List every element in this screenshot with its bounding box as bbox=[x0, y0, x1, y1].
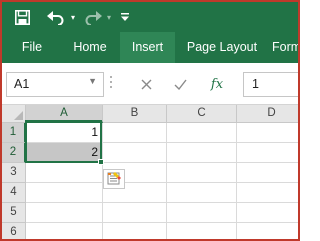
tab-insert[interactable]: Insert bbox=[120, 32, 175, 63]
column-header-d[interactable]: D bbox=[237, 105, 298, 123]
redo-dropdown-icon[interactable]: ▾ bbox=[104, 2, 114, 32]
customize-qat-icon[interactable] bbox=[118, 2, 132, 32]
name-box[interactable]: A1 ▼ bbox=[6, 72, 104, 97]
spreadsheet-grid: A B C D 1 2 3 4 5 6 1 2 bbox=[2, 104, 298, 239]
fill-handle[interactable] bbox=[98, 159, 104, 165]
cell-d2[interactable] bbox=[237, 143, 298, 163]
formula-buttons: fx bbox=[119, 72, 240, 97]
cell-c4[interactable] bbox=[167, 183, 237, 203]
tab-page-layout[interactable]: Page Layout bbox=[182, 32, 262, 63]
cell-a1[interactable]: 1 bbox=[26, 123, 103, 143]
cell-c6[interactable] bbox=[167, 223, 237, 239]
redo-icon[interactable] bbox=[82, 2, 104, 32]
cell-b6[interactable] bbox=[103, 223, 167, 239]
column-header-b[interactable]: B bbox=[103, 105, 167, 123]
cell-b2[interactable] bbox=[103, 143, 167, 163]
cell-a6[interactable] bbox=[26, 223, 103, 239]
row-header-3[interactable]: 3 bbox=[2, 163, 26, 183]
cell-d6[interactable] bbox=[237, 223, 298, 239]
select-all-button[interactable] bbox=[2, 105, 26, 123]
save-icon[interactable] bbox=[11, 2, 33, 32]
cell-c2[interactable] bbox=[167, 143, 237, 163]
cancel-icon[interactable] bbox=[135, 72, 157, 97]
cell-a2[interactable]: 2 bbox=[26, 143, 103, 163]
row-header-2[interactable]: 2 bbox=[2, 143, 26, 163]
cell-d5[interactable] bbox=[237, 203, 298, 223]
cell-d3[interactable] bbox=[237, 163, 298, 183]
tab-formulas[interactable]: Form bbox=[272, 32, 298, 63]
excel-window: ▾ ▾ File Home Insert Page Layout Form A1… bbox=[0, 0, 300, 241]
column-header-a[interactable]: A bbox=[26, 105, 103, 123]
formula-input[interactable]: 1 bbox=[243, 72, 298, 97]
cell-a3[interactable] bbox=[26, 163, 103, 183]
name-box-value: A1 bbox=[14, 77, 30, 91]
formula-bar-area: A1 ▼ fx 1 bbox=[2, 63, 298, 104]
undo-dropdown-icon[interactable]: ▾ bbox=[68, 2, 78, 32]
column-header-c[interactable]: C bbox=[167, 105, 237, 123]
row-header-5[interactable]: 5 bbox=[2, 203, 26, 223]
cell-a5[interactable] bbox=[26, 203, 103, 223]
row-header-4[interactable]: 4 bbox=[2, 183, 26, 203]
cell-b5[interactable] bbox=[103, 203, 167, 223]
row-header-6[interactable]: 6 bbox=[2, 223, 26, 239]
tab-file[interactable]: File bbox=[10, 32, 54, 63]
cell-c1[interactable] bbox=[167, 123, 237, 143]
formula-input-value: 1 bbox=[252, 77, 259, 91]
cell-d1[interactable] bbox=[237, 123, 298, 143]
cell-a4[interactable] bbox=[26, 183, 103, 203]
cell-c3[interactable] bbox=[167, 163, 237, 183]
name-box-dropdown-icon[interactable]: ▼ bbox=[88, 76, 97, 86]
tab-home[interactable]: Home bbox=[64, 32, 116, 63]
quick-access-toolbar: ▾ ▾ bbox=[2, 2, 298, 32]
cell-c5[interactable] bbox=[167, 203, 237, 223]
ribbon-tabs: File Home Insert Page Layout Form bbox=[2, 32, 298, 63]
insert-function-button[interactable]: fx bbox=[205, 72, 229, 97]
row-header-1[interactable]: 1 bbox=[2, 123, 26, 143]
undo-icon[interactable] bbox=[44, 2, 68, 32]
cell-b1[interactable] bbox=[103, 123, 167, 143]
cell-d4[interactable] bbox=[237, 183, 298, 203]
quick-analysis-icon[interactable] bbox=[103, 169, 125, 189]
enter-icon[interactable] bbox=[169, 72, 191, 97]
formula-bar-splitter[interactable] bbox=[109, 76, 113, 92]
